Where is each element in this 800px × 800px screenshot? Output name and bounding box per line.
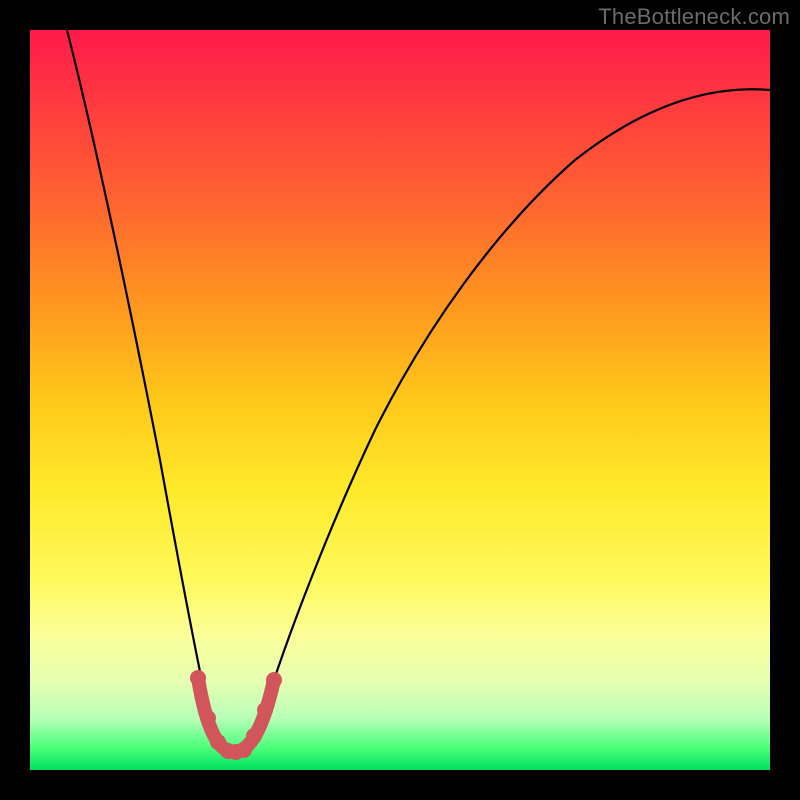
bottleneck-curve (67, 30, 770, 752)
plot-area (30, 30, 770, 770)
highlight-dot (266, 672, 282, 688)
highlight-dot (236, 742, 252, 758)
chart-frame: TheBottleneck.com (0, 0, 800, 800)
highlight-dot (246, 728, 262, 744)
highlight-dot (190, 670, 206, 686)
curve-svg (30, 30, 770, 770)
highlight-dot (257, 702, 273, 718)
highlight-dot (200, 710, 216, 726)
watermark-text: TheBottleneck.com (598, 4, 790, 30)
